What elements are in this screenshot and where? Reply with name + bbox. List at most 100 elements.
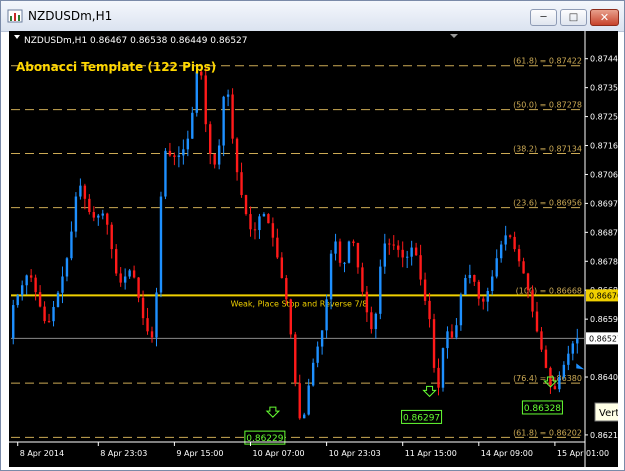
candle-body	[141, 297, 145, 319]
fib-level-label: (100) = 0.86668	[516, 286, 582, 295]
candle-body	[101, 213, 104, 216]
candle-body	[159, 196, 163, 293]
candle-body	[146, 318, 149, 332]
swing-low-arrow-icon	[265, 406, 281, 418]
key-price-tag-label: 0.86670	[589, 291, 618, 300]
candle-body	[540, 331, 543, 350]
candle-body	[491, 276, 494, 291]
candle-body	[558, 377, 561, 390]
candle-body	[544, 349, 548, 368]
swing-low-arrow-icon	[422, 385, 437, 398]
time-tick-label: 11 Apr 15:00	[405, 449, 457, 458]
candle-body	[168, 150, 172, 156]
symbol-ohlc-readout: NZDUSDm,H1 0.86467 0.86538 0.86449 0.865…	[24, 36, 248, 46]
candle-body	[562, 364, 566, 378]
candle-body	[294, 334, 297, 384]
candle-body	[567, 353, 570, 365]
candle-body	[186, 138, 190, 150]
candle-body	[473, 274, 476, 282]
price-tick-label: 0.86875	[590, 228, 618, 237]
maximize-button[interactable]: □	[560, 9, 587, 26]
candle-body	[52, 306, 55, 322]
candle-body	[29, 275, 33, 278]
candle-body	[482, 298, 485, 302]
fib-level-label: (50.0) = 0.87278	[513, 101, 582, 110]
chart-canvas[interactable]: (61.8) = 0.87422 (50.0) = 0.87278 (38.2) =…	[9, 31, 618, 467]
window-title: NZDUSDm,H1	[28, 9, 113, 23]
candle-body	[128, 270, 131, 277]
candle-body	[379, 266, 382, 314]
chart-window: NZDUSDm,H1 ─ □ ✕ (61.8) = 0.87422 (50.0) …	[0, 0, 625, 471]
candle-body	[504, 235, 507, 245]
candle-body	[343, 262, 346, 264]
candle-body	[47, 321, 51, 323]
candle-body	[285, 278, 288, 300]
candle-body	[164, 150, 167, 197]
candle-body	[374, 313, 378, 330]
candle-body	[150, 331, 154, 338]
candle-body	[244, 195, 248, 215]
candle-body	[92, 212, 96, 218]
title-bar[interactable]: NZDUSDm,H1 ─ □ ✕	[1, 1, 624, 32]
candle-body	[334, 241, 337, 254]
candle-body	[423, 279, 427, 301]
price-tick-label: 0.87160	[590, 142, 618, 151]
candle-body	[74, 196, 78, 232]
candle-body	[235, 138, 239, 173]
candle-body	[464, 278, 467, 295]
candle-body	[441, 348, 445, 388]
candle-body	[347, 241, 351, 263]
candle-body	[258, 216, 261, 231]
candle-body	[217, 145, 221, 165]
fib-level-label: (61.8) = 0.86202	[513, 428, 582, 437]
template-label: Abonacci Template (122 Pips)	[16, 60, 216, 74]
chart-shift-marker-icon[interactable]	[450, 34, 458, 38]
candle-body	[316, 346, 319, 363]
time-tick-label: 8 Apr 2014	[20, 449, 64, 458]
candle-body	[79, 185, 82, 197]
candle-body	[495, 258, 498, 277]
price-tick-label: 0.86400	[590, 373, 618, 382]
chart-menu-triangle-icon[interactable]	[14, 35, 20, 39]
candle-body	[370, 312, 373, 330]
price-tick-label: 0.86210	[590, 431, 618, 440]
candle-body	[226, 94, 230, 97]
candle-body	[437, 367, 440, 388]
price-cursor-arrow-icon	[576, 363, 585, 370]
close-button[interactable]: ✕	[590, 9, 619, 26]
candle-body	[526, 273, 530, 291]
candle-body	[262, 214, 266, 217]
candle-body	[213, 153, 216, 165]
candlesticks	[12, 68, 579, 420]
minimize-button[interactable]: ─	[530, 9, 557, 26]
chart-window-icon	[7, 9, 23, 23]
candle-body	[513, 236, 516, 250]
price-tick-label: 0.86780	[590, 257, 618, 266]
candle-body	[432, 319, 436, 368]
candle-body	[38, 292, 42, 307]
candle-body	[397, 245, 400, 250]
candle-body	[325, 299, 328, 331]
candle-body	[428, 300, 431, 320]
candle-body	[508, 235, 512, 237]
candle-body	[276, 237, 279, 258]
price-tick-label: 0.86970	[590, 199, 618, 208]
candle-body	[114, 249, 118, 274]
candle-body	[56, 292, 60, 307]
candle-body	[356, 243, 360, 268]
candle-body	[97, 215, 100, 218]
time-tick-label: 9 Apr 15:00	[176, 449, 223, 458]
candle-body	[271, 223, 275, 238]
swing-low-label: 0.86297	[403, 413, 440, 423]
candle-body	[401, 249, 404, 258]
candle-body	[195, 71, 198, 113]
candle-body	[410, 247, 413, 257]
candle-body	[61, 276, 64, 293]
price-tick-label: 0.87445	[590, 55, 618, 64]
candle-body	[486, 290, 489, 302]
price-chart[interactable]: (61.8) = 0.87422 (50.0) = 0.87278 (38.2) =…	[9, 31, 618, 467]
candle-body	[249, 214, 252, 230]
candle-body	[450, 331, 454, 338]
candle-body	[459, 294, 463, 326]
candle-body	[576, 338, 579, 344]
